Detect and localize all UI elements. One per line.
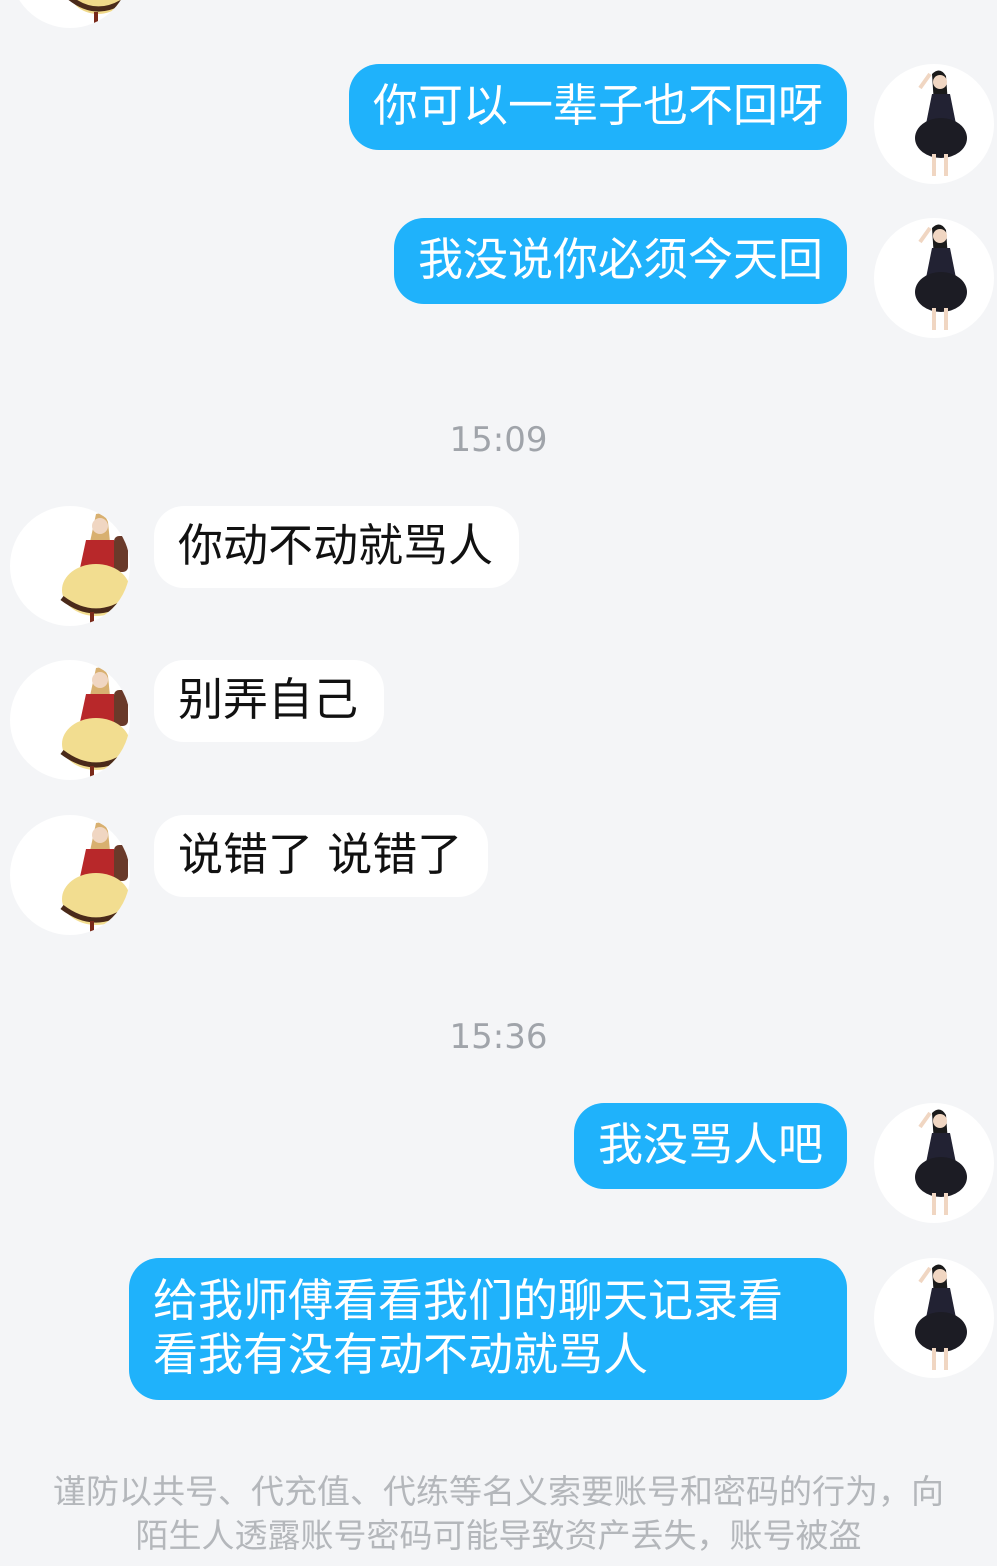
my-avatar[interactable]: [874, 1258, 994, 1378]
message-bubble-outgoing[interactable]: 我没骂人吧: [573, 1103, 847, 1189]
contact-avatar[interactable]: [10, 660, 130, 780]
avatar-girl-black-dress-icon: [915, 1109, 967, 1215]
message-bubble-incoming[interactable]: 你动不动就骂人: [154, 506, 520, 588]
message-text: 你动不动就骂人: [178, 519, 494, 572]
message-text: 我没骂人吧: [597, 1118, 823, 1171]
avatar-girl-black-dress-icon: [915, 70, 967, 176]
avatar-girl-black-dress-icon: [915, 224, 967, 330]
message-bubble-incoming[interactable]: 别弄自己: [154, 660, 385, 742]
security-notice: 谨防以共号、代充值、代练等名义索要账号和密码的行为，向陌生人透露账号密码可能导致…: [53, 1472, 944, 1555]
message-text: 说错了 说错了: [178, 828, 463, 881]
message-bubble-outgoing[interactable]: 你可以一辈子也不回呀: [348, 64, 847, 150]
message-bubble-outgoing[interactable]: 我没说你必须今天回: [393, 218, 847, 304]
message-text: 我没说你必须今天回: [417, 233, 823, 286]
my-avatar[interactable]: [874, 64, 994, 184]
timestamp: 15:36: [449, 1017, 548, 1057]
my-avatar[interactable]: [874, 1103, 994, 1223]
contact-avatar[interactable]: [10, 506, 130, 626]
timestamp: 15:09: [449, 420, 548, 460]
avatar-girl-red-dress-icon: [60, 667, 130, 778]
contact-avatar[interactable]: [10, 0, 130, 28]
message-bubble-outgoing[interactable]: 给我师傅看看我们的聊天记录看看我有没有动不动就骂人: [129, 1258, 847, 1400]
message-text: 给我师傅看看我们的聊天记录看看我有没有动不动就骂人: [153, 1274, 784, 1381]
my-avatar[interactable]: [874, 218, 994, 338]
contact-avatar[interactable]: [10, 815, 130, 935]
avatar-girl-red-dress-icon: [60, 822, 130, 933]
message-bubble-incoming[interactable]: 说错了 说错了: [154, 815, 489, 897]
avatar-girl-black-dress-icon: [915, 1264, 967, 1370]
message-text: 你可以一辈子也不回呀: [372, 79, 823, 132]
message-text: 别弄自己: [178, 673, 359, 726]
avatar-girl-red-dress-icon: [60, 513, 130, 624]
avatar-girl-red-dress-icon: [68, 0, 130, 26]
